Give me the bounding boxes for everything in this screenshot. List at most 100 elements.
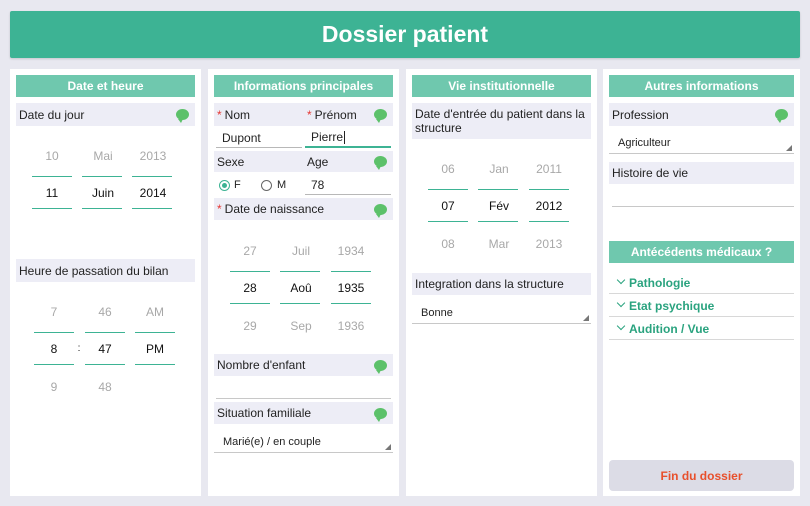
date-entree-section: Date d'entrée du patient dans la structu… bbox=[412, 103, 591, 139]
fin-du-dossier-button[interactable]: Fin du dossier bbox=[609, 460, 794, 491]
picker-line bbox=[132, 176, 172, 177]
situation-label: Situation familiale bbox=[217, 406, 312, 420]
antecedent-label: Etat psychique bbox=[629, 298, 715, 313]
dob-picker-day[interactable]: 28 bbox=[229, 281, 271, 295]
heure-passation-section: Heure de passation du bilan bbox=[16, 259, 195, 282]
picker-line bbox=[34, 364, 74, 365]
page-title: Dossier patient bbox=[321, 21, 489, 47]
integration-label: Integration dans la structure bbox=[415, 277, 564, 291]
prenom-field[interactable]: Pierre bbox=[305, 128, 391, 148]
nom-label: Nom bbox=[224, 107, 251, 122]
date-picker-day[interactable]: 11 bbox=[31, 186, 73, 200]
entry-picker-next-day[interactable]: 08 bbox=[427, 237, 469, 251]
nom-prenom-section: * Nom * Prénom bbox=[214, 103, 393, 126]
sexe-radio-m[interactable] bbox=[261, 180, 272, 191]
time-picker-next-hour[interactable]: 9 bbox=[33, 380, 75, 394]
time-picker-prev-ampm[interactable]: AM bbox=[134, 305, 176, 319]
picker-line bbox=[34, 332, 74, 333]
integration-dropdown[interactable]: Bonne bbox=[412, 302, 591, 324]
picker-line bbox=[280, 303, 320, 304]
date-picker-month[interactable]: Juin bbox=[82, 186, 124, 200]
nombre-enfant-section: Nombre d'enfant bbox=[214, 354, 393, 376]
dob-picker-prev-year[interactable]: 1934 bbox=[330, 244, 372, 258]
histoire-de-vie-field[interactable] bbox=[612, 206, 794, 207]
column-title: Date et heure bbox=[16, 75, 195, 97]
chevron-down-icon bbox=[616, 275, 626, 285]
prenom-label: Prénom bbox=[314, 107, 357, 122]
comment-bubble-icon[interactable] bbox=[374, 359, 387, 374]
entry-picker-month[interactable]: Fév bbox=[478, 199, 520, 213]
chevron-down-icon bbox=[616, 298, 626, 308]
age-value: 78 bbox=[311, 177, 325, 192]
sexe-radio-m-label[interactable]: M bbox=[277, 179, 286, 191]
date-picker-prev-day[interactable]: 10 bbox=[31, 149, 73, 163]
date-du-jour-section: Date du jour bbox=[16, 103, 195, 126]
picker-line bbox=[230, 271, 270, 272]
dob-picker-year[interactable]: 1935 bbox=[330, 281, 372, 295]
date-picker-year[interactable]: 2014 bbox=[132, 186, 174, 200]
situation-familiale-dropdown[interactable]: Marié(e) / en couple bbox=[214, 431, 393, 453]
time-picker-ampm[interactable]: PM bbox=[134, 342, 176, 356]
dob-picker-next-year[interactable]: 1936 bbox=[330, 319, 372, 333]
picker-line bbox=[478, 189, 518, 190]
time-picker-prev-hour[interactable]: 7 bbox=[33, 305, 75, 319]
picker-line bbox=[428, 221, 468, 222]
entry-picker-prev-day[interactable]: 06 bbox=[427, 162, 469, 176]
dob-label: Date de naissance bbox=[224, 202, 325, 216]
app-header: Dossier patient bbox=[10, 11, 800, 58]
profession-section: Profession bbox=[609, 103, 794, 126]
nombre-enfant-field[interactable] bbox=[216, 398, 391, 399]
dob-picker-month[interactable]: Aoû bbox=[280, 281, 322, 295]
entry-picker-day[interactable]: 07 bbox=[427, 199, 469, 213]
time-picker-prev-minute[interactable]: 46 bbox=[84, 305, 126, 319]
antecedent-pathologie[interactable]: Pathologie bbox=[609, 272, 794, 294]
date-naissance-section: * Date de naissance bbox=[214, 198, 393, 220]
dob-picker-next-month[interactable]: Sep bbox=[280, 319, 322, 333]
picker-line bbox=[135, 332, 175, 333]
nom-value: Dupont bbox=[222, 130, 261, 145]
entry-picker-next-month[interactable]: Mar bbox=[478, 237, 520, 251]
dob-picker-next-day[interactable]: 29 bbox=[229, 319, 271, 333]
time-picker-minute[interactable]: 47 bbox=[84, 342, 126, 356]
sexe-age-section: Sexe Age bbox=[214, 151, 393, 172]
integration-value: Bonne bbox=[421, 306, 453, 319]
time-picker-next-minute[interactable]: 48 bbox=[84, 380, 126, 394]
column-title: Informations principales bbox=[214, 75, 393, 97]
entry-picker-prev-month[interactable]: Jan bbox=[478, 162, 520, 176]
entry-picker-next-year[interactable]: 2013 bbox=[528, 237, 570, 251]
comment-bubble-icon[interactable] bbox=[374, 109, 387, 123]
required-mark: * bbox=[217, 202, 222, 216]
column-title: Autres informations bbox=[609, 75, 794, 97]
comment-bubble-icon[interactable] bbox=[374, 407, 387, 422]
entry-picker-year[interactable]: 2012 bbox=[528, 199, 570, 213]
antecedent-audition-vue[interactable]: Audition / Vue bbox=[609, 318, 794, 340]
comment-bubble-icon[interactable] bbox=[176, 109, 189, 123]
picker-line bbox=[32, 176, 72, 177]
date-picker-prev-month[interactable]: Mai bbox=[82, 149, 124, 163]
comment-bubble-icon[interactable] bbox=[374, 156, 387, 170]
antecedent-etat-psychique[interactable]: Etat psychique bbox=[609, 295, 794, 317]
comment-bubble-icon[interactable] bbox=[374, 203, 387, 218]
entry-picker-prev-year[interactable]: 2011 bbox=[528, 162, 570, 176]
nom-field[interactable]: Dupont bbox=[216, 128, 302, 148]
comment-bubble-icon[interactable] bbox=[775, 109, 788, 123]
picker-line bbox=[331, 303, 371, 304]
dob-picker-prev-month[interactable]: Juil bbox=[280, 244, 322, 258]
profession-value: Agriculteur bbox=[618, 136, 671, 149]
profession-dropdown[interactable]: Agriculteur bbox=[609, 132, 794, 154]
age-field[interactable]: 78 bbox=[305, 175, 391, 195]
integration-section: Integration dans la structure bbox=[412, 273, 591, 295]
sexe-radio-f-label[interactable]: F bbox=[234, 179, 241, 191]
antecedent-label: Audition / Vue bbox=[629, 321, 710, 336]
dob-picker-prev-day[interactable]: 27 bbox=[229, 244, 271, 258]
antecedents-title[interactable]: Antécédents médicaux ? bbox=[609, 241, 794, 263]
column-date-heure: Date et heure Date du jour 10 Mai 2013 1… bbox=[10, 69, 201, 496]
sexe-radio-f[interactable] bbox=[219, 180, 230, 191]
histoire-label: Histoire de vie bbox=[612, 166, 689, 180]
picker-line bbox=[82, 208, 122, 209]
profession-label: Profession bbox=[612, 107, 669, 122]
required-mark: * bbox=[307, 107, 312, 122]
histoire-de-vie-section: Histoire de vie bbox=[609, 162, 794, 184]
picker-line bbox=[331, 271, 371, 272]
date-picker-prev-year[interactable]: 2013 bbox=[132, 149, 174, 163]
